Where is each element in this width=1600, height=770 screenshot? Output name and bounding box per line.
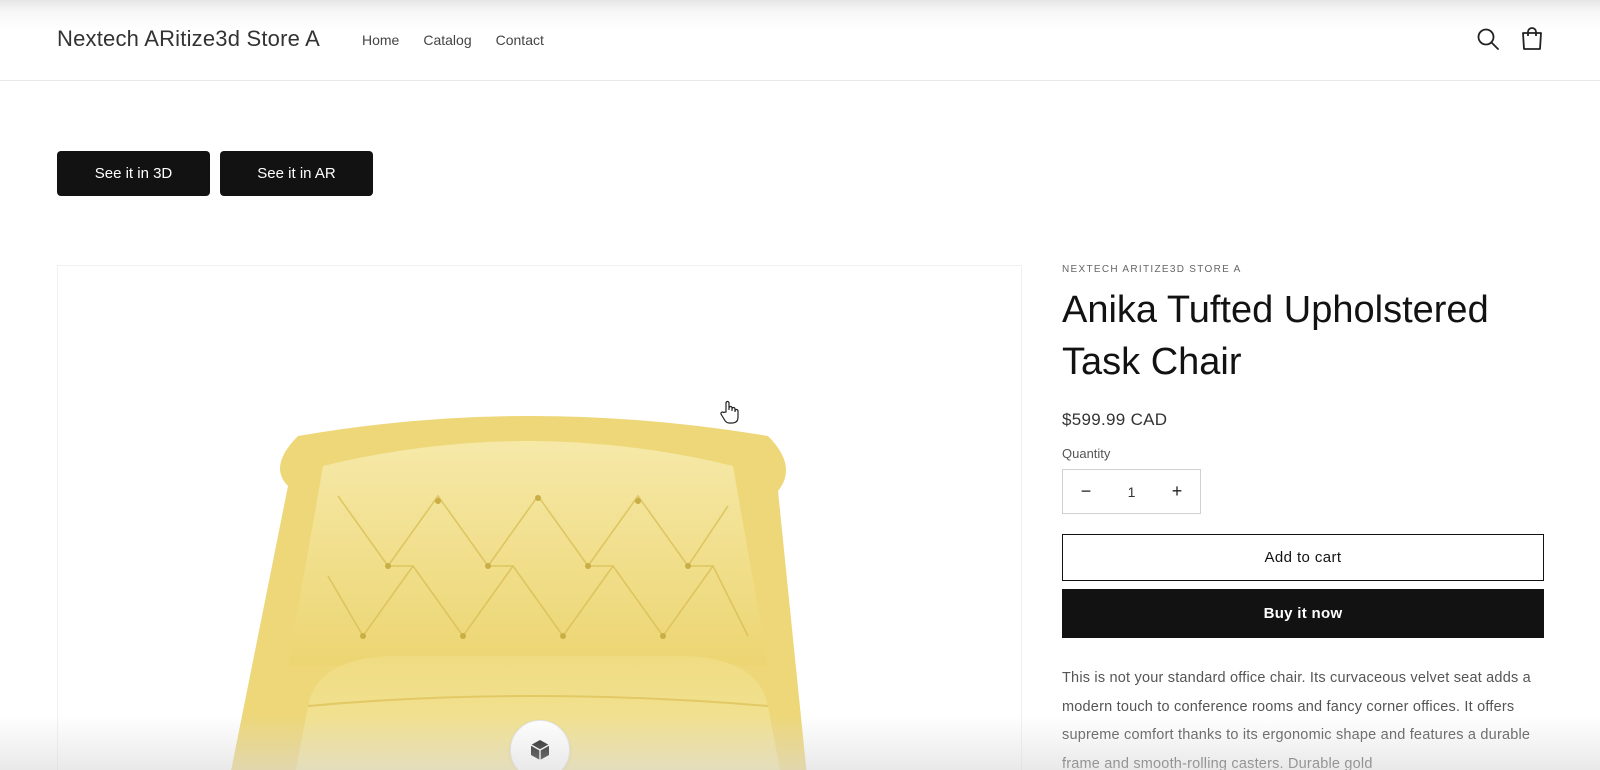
chair-image: [231, 416, 807, 770]
nav-contact[interactable]: Contact: [496, 32, 544, 48]
add-to-cart-button[interactable]: Add to cart: [1062, 534, 1544, 581]
product-vendor: NEXTECH ARITIZE3D STORE A: [1062, 264, 1242, 275]
nav-catalog[interactable]: Catalog: [423, 32, 471, 48]
main-nav: Home Catalog Contact: [362, 32, 544, 48]
store-logo-link[interactable]: Nextech ARitize3d Store A: [57, 26, 320, 52]
quantity-input[interactable]: [1111, 483, 1152, 500]
quantity-decrease-button[interactable]: −: [1075, 481, 1097, 502]
quantity-increase-button[interactable]: +: [1166, 481, 1188, 502]
nav-home[interactable]: Home: [362, 32, 399, 48]
product-price: $599.99 CAD: [1062, 410, 1168, 429]
product-description: This is not your standard office chair. …: [1062, 670, 1531, 770]
site-header: Nextech ARitize3d Store A Home Catalog C…: [0, 0, 1600, 81]
hand-cursor-icon: [720, 400, 740, 429]
buy-now-button[interactable]: Buy it now: [1062, 589, 1544, 638]
see-in-3d-button[interactable]: See it in 3D: [57, 151, 210, 196]
cart-icon[interactable]: [1519, 26, 1545, 52]
see-in-ar-button[interactable]: See it in AR: [220, 151, 373, 196]
search-icon[interactable]: [1475, 26, 1501, 52]
product-info: NEXTECH ARITIZE3D STORE A Anika Tufted U…: [1062, 264, 1544, 770]
quantity-label: Quantity: [1062, 446, 1111, 461]
product-title: Anika Tufted Upholstered Task Chair: [1062, 289, 1489, 383]
product-media[interactable]: [57, 265, 1022, 770]
quantity-stepper: − +: [1062, 469, 1201, 514]
